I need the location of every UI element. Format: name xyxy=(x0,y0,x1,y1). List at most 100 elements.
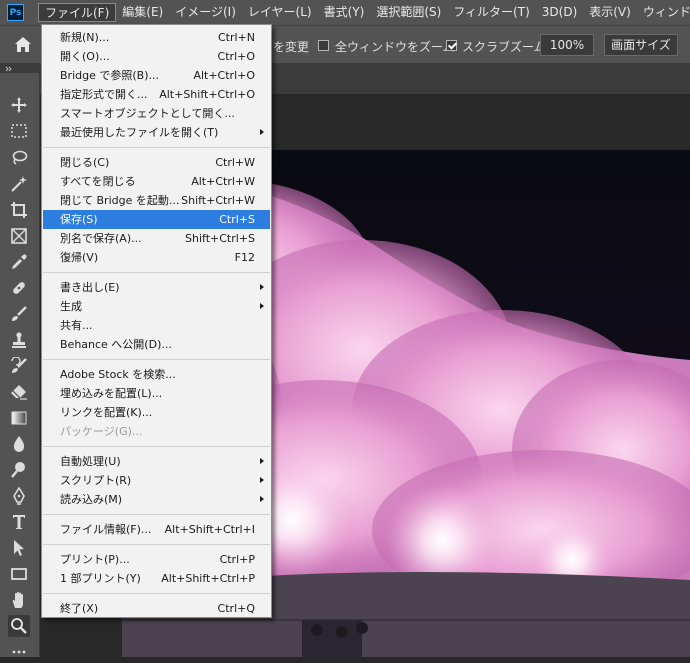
eraser-tool-icon[interactable] xyxy=(8,381,30,403)
menu-1[interactable]: 編集(E) xyxy=(116,3,169,22)
rectangle-tool-icon[interactable] xyxy=(8,563,30,585)
file-menu-item[interactable]: 復帰(V) F12 xyxy=(43,248,270,267)
menu-item-shortcut: Alt+Shift+Ctrl+I xyxy=(164,523,255,536)
menu-item-shortcut: Ctrl+W xyxy=(215,156,255,169)
submenu-arrow-icon xyxy=(260,284,264,290)
file-menu-item[interactable]: 最近使用したファイルを開く(T) xyxy=(43,123,270,142)
pen-tool-icon[interactable] xyxy=(8,485,30,507)
dodge-tool-icon[interactable] xyxy=(8,459,30,481)
file-menu-item[interactable]: 1 部プリント(Y) Alt+Shift+Ctrl+P xyxy=(43,569,270,588)
file-menu-item[interactable]: 開く(O)... Ctrl+O xyxy=(43,47,270,66)
file-menu-item[interactable]: 別名で保存(A)... Shift+Ctrl+S xyxy=(43,229,270,248)
brush-tool-icon[interactable] xyxy=(8,303,30,325)
menu-separator xyxy=(43,272,270,273)
healing-brush-tool-icon[interactable] xyxy=(8,277,30,299)
file-menu-item[interactable]: Behance へ公開(D)... xyxy=(43,335,270,354)
menu-item-label: 読み込み(M) xyxy=(60,493,123,506)
menu-item-shortcut: Shift+Ctrl+W xyxy=(181,194,255,207)
clone-stamp-tool-icon[interactable] xyxy=(8,329,30,351)
gradient-tool-icon[interactable] xyxy=(8,407,30,429)
marquee-tool-icon[interactable] xyxy=(8,120,30,142)
menu-separator xyxy=(43,593,270,594)
menu-item-label: 保存(S) xyxy=(60,213,98,226)
file-menu-item[interactable]: 新規(N)... Ctrl+N xyxy=(43,28,270,47)
menu-item-label: 別名で保存(A)... xyxy=(60,232,142,245)
menu-7[interactable]: 3D(D) xyxy=(536,3,583,22)
menu-separator xyxy=(43,544,270,545)
menu-item-label: 埋め込みを配置(L)... xyxy=(60,387,163,400)
menu-item-label: 復帰(V) xyxy=(60,251,99,264)
submenu-arrow-icon xyxy=(260,477,264,483)
menu-item-label: Behance へ公開(D)... xyxy=(60,338,172,351)
menu-item-label: Bridge で参照(B)... xyxy=(60,69,159,82)
zoom-all-windows-checkbox[interactable] xyxy=(318,40,329,51)
menu-2[interactable]: イメージ(I) xyxy=(169,3,242,22)
lasso-tool-icon[interactable] xyxy=(8,147,30,169)
home-button[interactable] xyxy=(12,34,34,56)
file-menu-item[interactable]: リンクを配置(K)... xyxy=(43,403,270,422)
file-menu-item[interactable]: Adobe Stock を検索... xyxy=(43,365,270,384)
menu-item-label: リンクを配置(K)... xyxy=(60,406,153,419)
path-selection-tool-icon[interactable] xyxy=(8,537,30,559)
more-tools-icon[interactable] xyxy=(8,641,30,663)
file-menu-item[interactable]: すべてを閉じる Alt+Ctrl+W xyxy=(43,172,270,191)
toolbar-collapse-strip[interactable] xyxy=(0,63,40,73)
type-tool-icon[interactable] xyxy=(8,511,30,533)
blur-tool-icon[interactable] xyxy=(8,433,30,455)
history-brush-tool-icon[interactable] xyxy=(8,355,30,377)
menu-item-shortcut: Shift+Ctrl+S xyxy=(185,232,255,245)
file-menu-item[interactable]: 生成 xyxy=(43,297,270,316)
magic-wand-tool-icon[interactable] xyxy=(8,173,30,195)
crop-tool-icon[interactable] xyxy=(8,199,30,221)
menu-bar: Ps ファイル(F) 編集(E) イメージ(I) レイヤー(L) 書式(Y) 選択範囲(S… xyxy=(0,0,690,25)
menu-5[interactable]: 選択範囲(S) xyxy=(370,3,447,22)
zoom-tool-icon[interactable] xyxy=(8,615,30,637)
menu-4[interactable]: 書式(Y) xyxy=(318,3,371,22)
menu-item-label: スマートオブジェクトとして開く... xyxy=(60,107,235,120)
file-menu-item[interactable]: スマートオブジェクトとして開く... xyxy=(43,104,270,123)
file-menu-item[interactable]: プリント(P)... Ctrl+P xyxy=(43,550,270,569)
move-tool-icon[interactable] xyxy=(8,94,30,116)
file-menu-item[interactable]: 閉じて Bridge を起動... Shift+Ctrl+W xyxy=(43,191,270,210)
file-menu-item[interactable]: 自動処理(U) xyxy=(43,452,270,471)
resize-windows-label: を変更 xyxy=(273,40,310,54)
menu-separator xyxy=(43,147,270,148)
menu-item-shortcut: Alt+Ctrl+O xyxy=(193,69,255,82)
file-menu-item[interactable]: 書き出し(E) xyxy=(43,278,270,297)
menu-item-shortcut: Ctrl+O xyxy=(217,50,255,63)
scrubby-zoom-label: スクラブズーム xyxy=(462,40,546,54)
menu-item-shortcut: Ctrl+N xyxy=(217,31,255,44)
zoom-level-field[interactable]: 100% xyxy=(540,34,594,56)
eyedropper-tool-icon[interactable] xyxy=(8,251,30,273)
file-menu-item[interactable]: 共有... xyxy=(43,316,270,335)
scrubby-zoom-checkbox[interactable] xyxy=(446,40,457,51)
file-menu-item[interactable]: スクリプト(R) xyxy=(43,471,270,490)
menu-item-shortcut: Alt+Ctrl+W xyxy=(191,175,255,188)
fit-screen-button[interactable]: 画面サイズ xyxy=(604,34,678,56)
menu-6[interactable]: フィルター(T) xyxy=(447,3,535,22)
file-menu-item[interactable]: 閉じる(C) Ctrl+W xyxy=(43,153,270,172)
file-menu-item[interactable]: Bridge で参照(B)... Alt+Ctrl+O xyxy=(43,66,270,85)
file-menu-item[interactable]: 保存(S) Ctrl+S xyxy=(43,210,270,229)
photoshop-logo-icon: Ps xyxy=(7,4,24,21)
file-menu-item: パッケージ(G)... xyxy=(43,422,270,441)
menu-3[interactable]: レイヤー(L) xyxy=(242,3,318,22)
submenu-arrow-icon xyxy=(260,496,264,502)
menu-item-label: すべてを閉じる xyxy=(60,175,136,188)
menu-item-label: 書き出し(E) xyxy=(60,281,120,294)
menu-item-label: 1 部プリント(Y) xyxy=(60,572,141,585)
menu-8[interactable]: 表示(V) xyxy=(583,3,637,22)
frame-tool-icon[interactable] xyxy=(8,225,30,247)
file-menu-item[interactable]: ファイル情報(F)... Alt+Shift+Ctrl+I xyxy=(43,520,270,539)
menu-item-label: 新規(N)... xyxy=(60,31,110,44)
menu-9[interactable]: ウィンドウ(W) xyxy=(637,3,690,22)
menu-item-label: 自動処理(U) xyxy=(60,455,121,468)
menu-0[interactable]: ファイル(F) xyxy=(38,3,117,22)
file-menu-item[interactable]: 指定形式で開く... Alt+Shift+Ctrl+O xyxy=(43,85,270,104)
submenu-arrow-icon xyxy=(260,303,264,309)
file-menu-item[interactable]: 埋め込みを配置(L)... xyxy=(43,384,270,403)
file-menu-item[interactable]: 終了(X) Ctrl+Q xyxy=(43,599,270,618)
file-menu-item[interactable]: 読み込み(M) xyxy=(43,490,270,509)
menu-item-shortcut: Ctrl+S xyxy=(219,213,255,226)
hand-tool-icon[interactable] xyxy=(8,589,30,611)
